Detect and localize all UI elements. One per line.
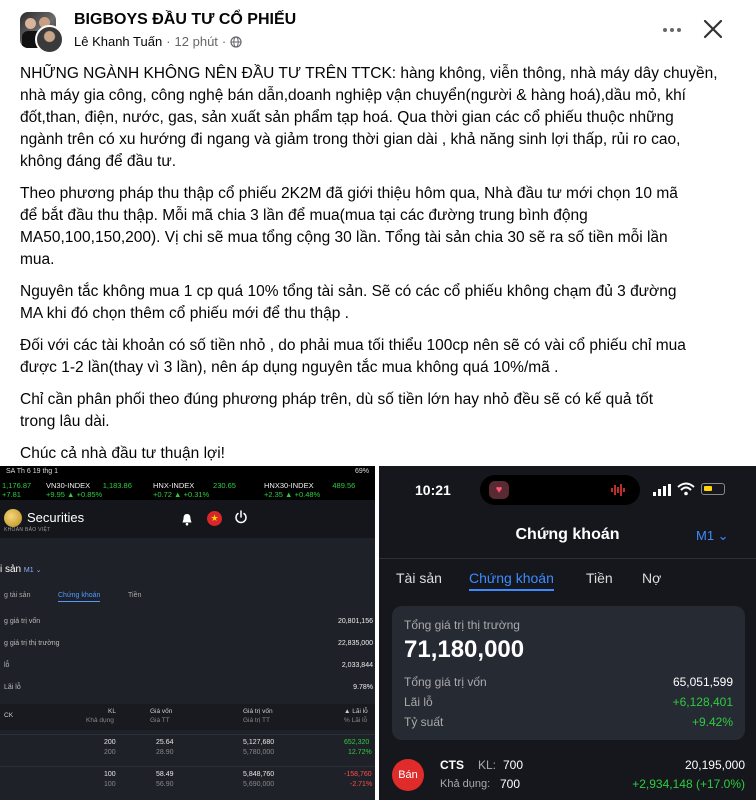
paragraph: Đối với các tài khoản có số tiền nhỏ , d… (20, 337, 686, 376)
tab-stocks[interactable]: Chứng khoán (469, 570, 554, 591)
screen-title: i sản M1 ⌄ (0, 564, 42, 575)
tab-stocks[interactable]: Chứng khoán (58, 592, 101, 602)
paragraph: Nguyên tắc không mua 1 cp quá 10% tổng t… (20, 283, 677, 322)
account-selector[interactable]: M1 ⌄ (696, 528, 729, 544)
holdings-table-header: CK KL Khả dụng Giá vốn Giá TT Giá trị vố… (0, 704, 375, 730)
tab-debt[interactable]: Nợ (642, 570, 661, 586)
tab-assets[interactable]: g tài sản (4, 592, 30, 599)
ticker-item: 1,176.87 +7.81 (2, 481, 32, 499)
power-icon[interactable] (234, 510, 248, 525)
tab-cash[interactable]: Tiền (128, 592, 141, 599)
index-ticker: 1,176.87 +7.81 VN30-INDEX 1,183.86 +9.95… (0, 478, 375, 500)
close-icon[interactable] (700, 16, 726, 42)
tab-cash[interactable]: Tiền (586, 570, 613, 586)
account-selector[interactable]: M1 ⌄ (24, 567, 42, 574)
ticker-item: VN30-INDEX 1,183.86 +9.95 ▲ +0.85% (46, 481, 132, 499)
flag-star-icon[interactable]: ★ (207, 511, 222, 526)
summary-row: g giá trị vốn 20,801,156 (4, 618, 373, 625)
battery-icon (701, 483, 725, 495)
paragraph: Theo phương pháp thu thập cổ phiếu 2K2M … (20, 185, 678, 268)
author-name[interactable]: Lê Khanh Tuấn (74, 34, 162, 49)
post-time[interactable]: 12 phút (175, 34, 218, 49)
author-avatar[interactable] (35, 25, 64, 54)
page-name[interactable]: BIGBOYS ĐẦU TƯ CỔ PHIẾU (74, 11, 296, 29)
summary-row: Lãi lỗ 9.78% (4, 684, 373, 691)
post-text: NHỮNG NGÀNH KHÔNG NÊN ĐẦU TƯ TRÊN TTCK: … (20, 63, 742, 475)
photo-right-screenshot[interactable]: 10:21 ♥ Chứng khoán M1 ⌄ Tài sản Chứng k… (379, 466, 756, 800)
divider (379, 558, 756, 559)
brand-subtitle: KHOÁN BẢO VIỆT (4, 527, 51, 533)
separator-dot: · (221, 34, 227, 49)
paragraph: Chỉ cần phân phối theo đúng phương pháp … (20, 391, 654, 430)
more-options-icon[interactable] (660, 18, 684, 42)
bell-icon[interactable] (181, 513, 193, 526)
signal-icon (653, 484, 671, 496)
ticker-item: HNX30-INDEX 489.56 +2.35 ▲ +0.48% (264, 481, 356, 499)
ticker-item: HNX-INDEX 230.65 +0.72 ▲ +0.31% (153, 481, 236, 499)
summary-row: g giá trị thị trường 22,835,000 (4, 640, 373, 647)
tab-assets[interactable]: Tài sản (396, 570, 442, 586)
separator-dot: · (166, 34, 171, 49)
brand-bar: Securities KHOÁN BẢO VIỆT ★ (0, 500, 375, 538)
table-row[interactable]: 100 100 58.49 56.90 5,848,760 5,690,000 … (0, 766, 375, 792)
wifi-icon (677, 482, 695, 496)
brand-name: Securities (27, 510, 85, 525)
stock-row[interactable]: Bán CTS KL: 700 Khả dụng: 700 20,195,000… (379, 750, 756, 800)
status-bar: SA Th 6 19 thg 1 69% (0, 466, 375, 478)
photo-left-screenshot[interactable]: SA Th 6 19 thg 1 69% 1,176.87 +7.81 VN30… (0, 466, 375, 800)
post-meta: Lê Khanh Tuấn · 12 phút · (74, 34, 242, 49)
brand-logo (4, 509, 22, 527)
globe-icon (230, 35, 242, 48)
clock: 10:21 (415, 482, 451, 498)
avatar[interactable] (20, 12, 64, 54)
paragraph: Chúc cả nhà đầu tư thuận lợi! (20, 445, 225, 462)
stock-symbol: CTS (440, 758, 464, 772)
paragraph: NHỮNG NGÀNH KHÔNG NÊN ĐẦU TƯ TRÊN TTCK: … (20, 65, 718, 170)
post-header: BIGBOYS ĐẦU TƯ CỔ PHIẾU Lê Khanh Tuấn · … (0, 0, 756, 60)
tab-bar: g tài sản Chứng khoán Tiền (0, 592, 375, 606)
sell-button[interactable]: Bán (392, 759, 424, 791)
heart-app-icon: ♥ (489, 481, 509, 499)
market-value: 71,180,000 (404, 636, 525, 663)
table-row[interactable]: 200 200 25.64 28.90 5,127,680 5,780,000 … (0, 734, 375, 760)
audio-wave-icon (611, 484, 625, 496)
summary-row: lỗ 2,033,844 (4, 662, 373, 669)
dynamic-island: ♥ (480, 475, 640, 505)
portfolio-summary-card: Tổng giá trị thị trường 71,180,000 Tổng … (392, 606, 745, 740)
